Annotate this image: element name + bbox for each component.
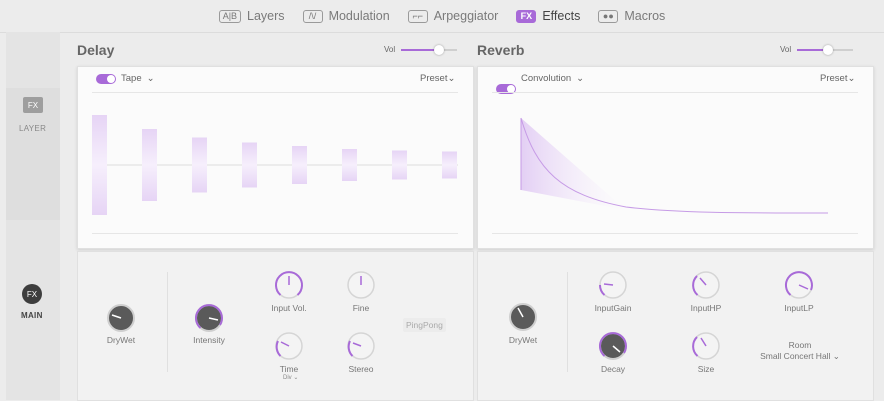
delay-input-vol-knob[interactable]: [274, 270, 304, 300]
main-fx-badge[interactable]: FX: [22, 284, 42, 304]
delay-time-label: Time: [279, 364, 299, 374]
layer-fx-badge[interactable]: FX: [23, 97, 43, 113]
delay-tap-bar: [92, 115, 107, 215]
reverb-type-dropdown[interactable]: Convolution ⌄: [521, 73, 584, 84]
reverb-inputgain-label: InputGain: [594, 303, 632, 313]
delay-vol-slider[interactable]: [401, 44, 458, 55]
reverb-divider-bottom: [492, 233, 858, 234]
tab-modulation[interactable]: /\/ Modulation: [302, 9, 390, 23]
macros-icon: ●●: [598, 9, 619, 23]
reverb-early-area: [521, 118, 626, 210]
delay-title: Delay: [77, 42, 115, 58]
reverb-decay-label: Decay: [600, 364, 626, 374]
reverb-room-dropdown[interactable]: Small Concert Hall ⌄: [752, 351, 848, 362]
delay-enable-toggle[interactable]: [96, 74, 116, 84]
reverb-volume: Vol: [780, 44, 854, 55]
delay-volume: Vol: [384, 44, 458, 55]
delay-time-sync-dropdown[interactable]: Div ⌄: [283, 374, 298, 381]
reverb-drywet-knob[interactable]: [508, 302, 538, 332]
delay-input-vol-label: Input Vol.: [271, 303, 307, 313]
tab-layers[interactable]: A|B Layers: [218, 9, 285, 23]
top-tab-bar: A|B Layers /\/ Modulation ⌐⌐ Arpeggiator FX…: [0, 0, 884, 33]
tab-macros-label: Macros: [624, 9, 666, 23]
tab-effects[interactable]: FX Effects: [516, 9, 580, 23]
delay-stereo-label: Stereo: [348, 364, 374, 374]
reverb-inputhp-knob[interactable]: [691, 270, 721, 300]
delay-tap-bar: [442, 151, 457, 179]
tab-layers-label: Layers: [247, 9, 285, 23]
delay-taps-graph: [92, 115, 458, 215]
reverb-type-label: Convolution: [521, 73, 572, 84]
reverb-inputlp-label: InputLP: [784, 303, 814, 313]
tab-effects-label: Effects: [542, 9, 581, 23]
reverb-vol-thumb[interactable]: [823, 44, 834, 55]
delay-divider-bottom: [92, 233, 458, 234]
modulation-icon: /\/: [302, 9, 323, 23]
layers-icon: A|B: [218, 9, 242, 23]
delay-time-knob[interactable]: [274, 331, 304, 361]
delay-tap-bar: [342, 149, 357, 181]
reverb-decay-knob[interactable]: [598, 331, 628, 361]
delay-preset-label: Preset: [420, 73, 448, 84]
delay-vol-fill: [401, 48, 439, 51]
main-label: MAIN: [21, 311, 43, 320]
delay-type-label: Tape: [121, 73, 142, 84]
reverb-vol-slider[interactable]: [797, 44, 854, 55]
layer-label: LAYER: [19, 124, 47, 133]
arpeggiator-icon: ⌐⌐: [407, 9, 428, 23]
reverb-size-knob[interactable]: [691, 331, 721, 361]
delay-tap-bar: [292, 146, 307, 184]
delay-tap-bar: [392, 150, 407, 180]
reverb-title: Reverb: [477, 42, 525, 58]
reverb-vol-label: Vol: [780, 45, 792, 54]
delay-pingpong-button[interactable]: PingPong: [403, 318, 446, 332]
reverb-inputgain-knob[interactable]: [598, 270, 628, 300]
reverb-decay-graph: [520, 117, 829, 214]
delay-drywet-label: DryWet: [106, 335, 136, 345]
effects-icon: FX: [516, 9, 537, 23]
reverb-divider-top: [492, 92, 858, 93]
reverb-preset-label: Preset: [820, 73, 848, 84]
delay-preset-dropdown[interactable]: Preset⌄: [420, 73, 455, 84]
reverb-room-label: Room: [788, 340, 812, 350]
delay-fine-knob[interactable]: [346, 270, 376, 300]
delay-tap-bar: [142, 129, 157, 201]
reverb-drywet-label: DryWet: [508, 335, 538, 345]
delay-intensity-knob[interactable]: [194, 303, 224, 333]
delay-type-dropdown[interactable]: Tape ⌄: [121, 73, 155, 84]
reverb-size-label: Size: [697, 364, 715, 374]
delay-stereo-knob[interactable]: [346, 331, 376, 361]
delay-tap-bar: [242, 142, 257, 188]
delay-drywet-knob[interactable]: [106, 303, 136, 333]
tab-arpeggiator[interactable]: ⌐⌐ Arpeggiator: [407, 9, 499, 23]
delay-divider-top: [92, 92, 458, 93]
delay-tap-bar: [192, 137, 207, 193]
chevron-down-icon: ⌄: [847, 73, 856, 84]
reverb-inputhp-label: InputHP: [690, 303, 722, 313]
tab-arpeggiator-label: Arpeggiator: [433, 9, 499, 23]
delay-fine-label: Fine: [352, 303, 370, 313]
reverb-inputlp-knob[interactable]: [784, 270, 814, 300]
delay-controls-divider: [167, 272, 168, 372]
chevron-down-icon: ⌄: [146, 73, 155, 84]
delay-vol-thumb[interactable]: [434, 44, 445, 55]
reverb-controls-divider: [567, 272, 568, 372]
tab-macros[interactable]: ●● Macros: [598, 9, 665, 23]
delay-intensity-label: Intensity: [193, 335, 225, 345]
tab-modulation-label: Modulation: [328, 9, 390, 23]
reverb-preset-dropdown[interactable]: Preset⌄: [820, 73, 855, 84]
delay-vol-label: Vol: [384, 45, 396, 54]
chevron-down-icon: ⌄: [447, 73, 456, 84]
chevron-down-icon: ⌄: [576, 73, 585, 84]
